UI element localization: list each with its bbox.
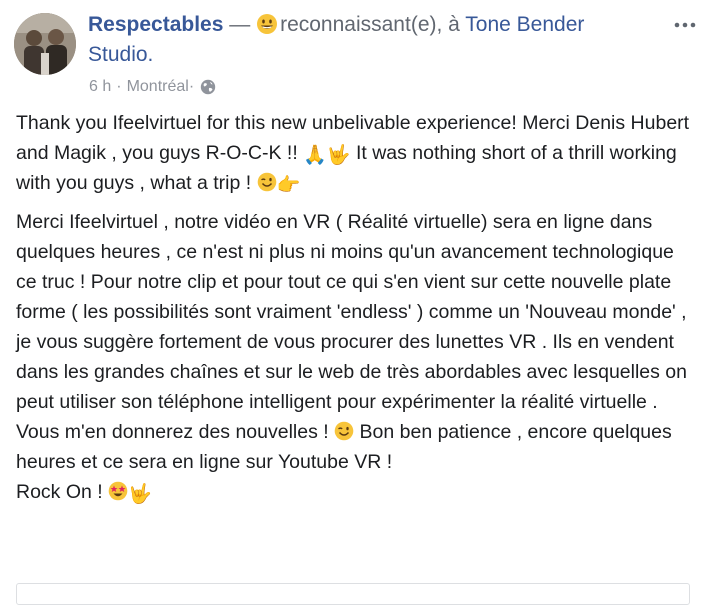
paragraph-text: Merci Ifeelvirtuel , notre vidéo en VR (… <box>16 211 687 443</box>
paragraph-text: Rock On ! <box>16 481 109 503</box>
feeling-text: reconnaissant(e), à <box>280 13 466 36</box>
winking-face-icon <box>334 420 354 441</box>
post-paragraph-2: Merci Ifeelvirtuel , notre vidéo en VR (… <box>16 207 696 507</box>
globe-icon[interactable] <box>200 79 216 95</box>
author-name[interactable]: Respectables <box>88 13 223 36</box>
timestamp[interactable]: 6 h <box>89 76 111 98</box>
post-header: Respectables — reconnaissant(e), à Tone … <box>88 10 648 70</box>
post-meta: 6 h · Montréal · <box>89 76 216 98</box>
folded-hands-icon: 🙏 <box>303 144 327 166</box>
pointing-right-icon: 👉 <box>276 174 301 196</box>
avatar[interactable] <box>14 13 76 75</box>
post-body: Thank you Ifeelvirtuel for this new unbe… <box>16 108 696 516</box>
star-struck-face-icon <box>108 480 128 501</box>
love-you-gesture-icon: 🤟 <box>128 483 152 505</box>
post-footer-border <box>16 583 690 605</box>
winking-face-icon <box>257 171 277 192</box>
facebook-post: Respectables — reconnaissant(e), à Tone … <box>0 0 710 605</box>
meta-separator-2: · <box>188 78 195 95</box>
love-you-gesture-icon: 🤟 <box>326 144 351 166</box>
meta-separator: · <box>116 78 122 95</box>
location[interactable]: Montréal <box>127 76 189 98</box>
more-options-icon[interactable] <box>672 14 698 36</box>
post-paragraph-1: Thank you Ifeelvirtuel for this new unbe… <box>16 108 696 198</box>
grinning-face-icon <box>256 13 278 35</box>
header-dash: — <box>223 13 257 36</box>
